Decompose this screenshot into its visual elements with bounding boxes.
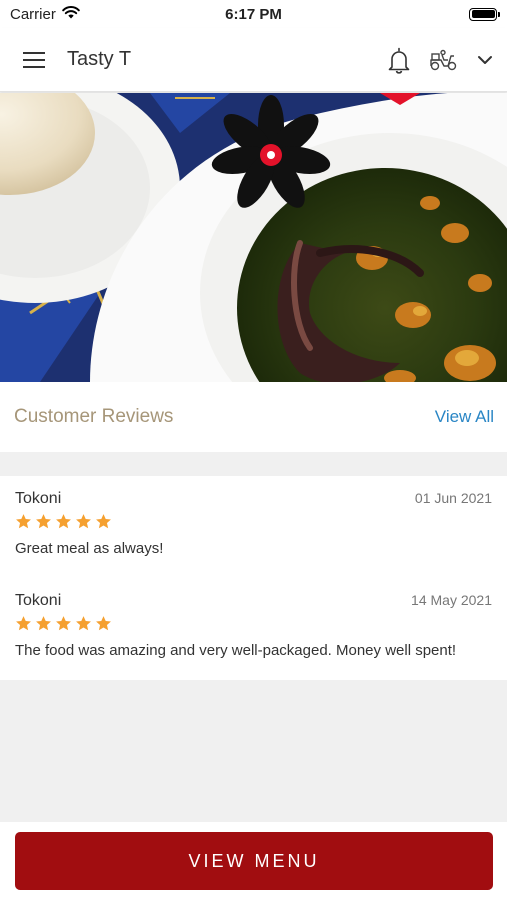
app-header: Tasty T <box>0 28 507 92</box>
star-icon <box>76 514 91 529</box>
review-text: Great meal as always! <box>15 540 164 557</box>
hero-food-image <box>0 93 507 382</box>
star-icon <box>16 616 31 631</box>
view-menu-button[interactable]: VIEW MENU <box>15 832 493 890</box>
header-actions <box>387 46 493 74</box>
star-icon <box>56 514 71 529</box>
reviews-header: Customer Reviews View All <box>0 382 507 452</box>
reviews-list: Tokoni 01 Jun 2021 Great meal as always!… <box>0 476 507 680</box>
star-icon <box>16 514 31 529</box>
star-icon <box>96 616 111 631</box>
chevron-down-icon[interactable] <box>477 55 493 65</box>
review-item: Tokoni 14 May 2021 The food was amazing … <box>15 592 492 659</box>
carrier-label: Carrier <box>10 5 56 23</box>
star-icon <box>56 616 71 631</box>
view-all-reviews-link[interactable]: View All <box>435 407 494 427</box>
hamburger-menu-icon[interactable] <box>20 46 48 74</box>
review-item: Tokoni 01 Jun 2021 Great meal as always! <box>15 490 492 557</box>
status-bar: Carrier 6:17 PM <box>0 0 507 28</box>
status-left: Carrier <box>10 5 80 23</box>
reviewer-name: Tokoni <box>15 490 62 507</box>
delivery-scooter-icon[interactable] <box>429 48 459 72</box>
star-rating <box>15 513 492 531</box>
wifi-icon <box>62 5 80 23</box>
star-rating <box>15 615 492 633</box>
review-date: 14 May 2021 <box>411 592 492 608</box>
bottom-action-bar: VIEW MENU <box>0 822 507 900</box>
star-icon <box>76 616 91 631</box>
bell-icon[interactable] <box>387 46 411 74</box>
review-date: 01 Jun 2021 <box>414 490 492 506</box>
star-icon <box>96 514 111 529</box>
star-icon <box>36 514 51 529</box>
review-text: The food was amazing and very well-packa… <box>15 642 457 659</box>
battery-icon <box>469 7 500 21</box>
restaurant-title: Tasty T <box>67 48 132 70</box>
star-icon <box>36 616 51 631</box>
reviewer-name: Tokoni <box>15 592 62 609</box>
reviews-section-title: Customer Reviews <box>14 406 174 427</box>
